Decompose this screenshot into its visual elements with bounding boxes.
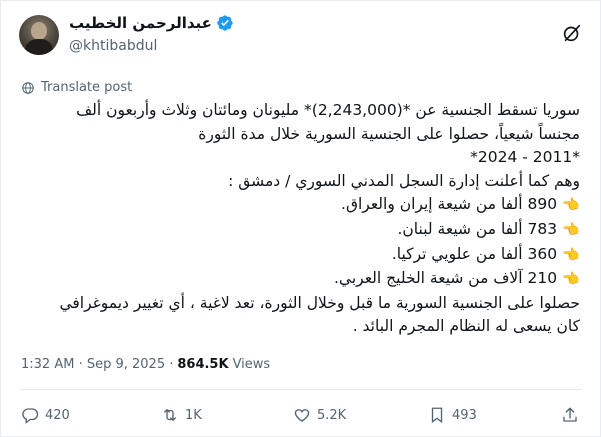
avatar-face <box>31 22 47 40</box>
like-button[interactable]: 5.2K <box>293 406 346 424</box>
post-line: كان يسعى له النظام المجرم البائد . <box>352 317 580 336</box>
pointing-hand-icon: 👈 <box>562 221 580 238</box>
bookmark-count: 493 <box>452 407 477 423</box>
pointing-hand-icon: 👈 <box>562 246 580 263</box>
action-bar: 420 1K 5.2K 493 <box>21 406 583 426</box>
divider <box>19 389 582 390</box>
post-line: 360 ألفا من علويي تركيا. <box>391 244 558 263</box>
avatar[interactable] <box>19 15 59 55</box>
post-line: *2011 - 2024* <box>470 148 580 167</box>
post-card: عبدالرحمن الخطيب @khtibabdul Translate p… <box>0 0 601 437</box>
post-line: حصلوا على الجنسية السورية ما قبل وخلال ا… <box>59 293 580 312</box>
bookmark-icon <box>431 407 443 424</box>
post-list-item: 👈 890 ألفا من شيعة إيران والعراق. <box>15 193 580 218</box>
post-line: وهم كما أعلنت إدارة السجل المدني السوري … <box>228 171 580 190</box>
views-count: 864.5K <box>177 357 229 372</box>
avatar-body <box>25 39 53 55</box>
post-text: سوريا تسقط الجنسية عن *(2,243,000)* مليو… <box>15 99 580 339</box>
post-line: سوريا تسقط الجنسية عن *(2,243,000)* مليو… <box>76 101 580 119</box>
views-label: Views <box>232 357 271 372</box>
share-button[interactable] <box>561 406 579 424</box>
globe-icon <box>22 81 34 94</box>
post-meta: 1:32 AM · Sep 9, 2025 · 864.5K Views <box>21 357 270 372</box>
post-timestamp[interactable]: 1:32 AM · Sep 9, 2025 · <box>21 357 173 372</box>
author-name-row: عبدالرحمن الخطيب <box>69 14 234 32</box>
post-list-item: 👈 783 ألفا من شيعة لبنان. <box>15 218 580 243</box>
repost-count: 1K <box>185 407 202 423</box>
share-icon <box>563 407 577 422</box>
bookmark-button[interactable]: 493 <box>428 406 477 424</box>
author-handle[interactable]: @khtibabdul <box>69 38 157 54</box>
translate-post-link[interactable]: Translate post <box>21 80 132 95</box>
post-list-item: 👈 360 ألفا من علويي تركيا. <box>15 243 580 268</box>
post-line: مجنساً شيعياً، حصلوا على الجنسية السورية… <box>198 124 580 143</box>
post-line: 783 ألفا من شيعة لبنان. <box>397 219 558 238</box>
post-line: 210 آلاف من شيعة الخليج العربي. <box>333 269 558 288</box>
author-display-name[interactable]: عبدالرحمن الخطيب <box>69 14 212 32</box>
post-line: 890 ألفا من شيعة إيران والعراق. <box>341 195 558 214</box>
reply-button[interactable]: 420 <box>21 406 70 424</box>
verified-badge-icon <box>217 15 233 31</box>
repost-button[interactable]: 1K <box>161 406 202 424</box>
reply-count: 420 <box>45 407 70 423</box>
pointing-hand-icon: 👈 <box>562 197 580 214</box>
pointing-hand-icon: 👈 <box>562 271 580 288</box>
post-list-item: 👈 210 آلاف من شيعة الخليج العربي. <box>15 267 580 292</box>
reply-icon <box>22 408 39 424</box>
like-count: 5.2K <box>317 407 347 423</box>
repost-icon <box>164 409 176 421</box>
like-icon <box>294 409 310 422</box>
grok-icon[interactable] <box>561 22 583 44</box>
translate-post-label: Translate post <box>41 80 133 95</box>
